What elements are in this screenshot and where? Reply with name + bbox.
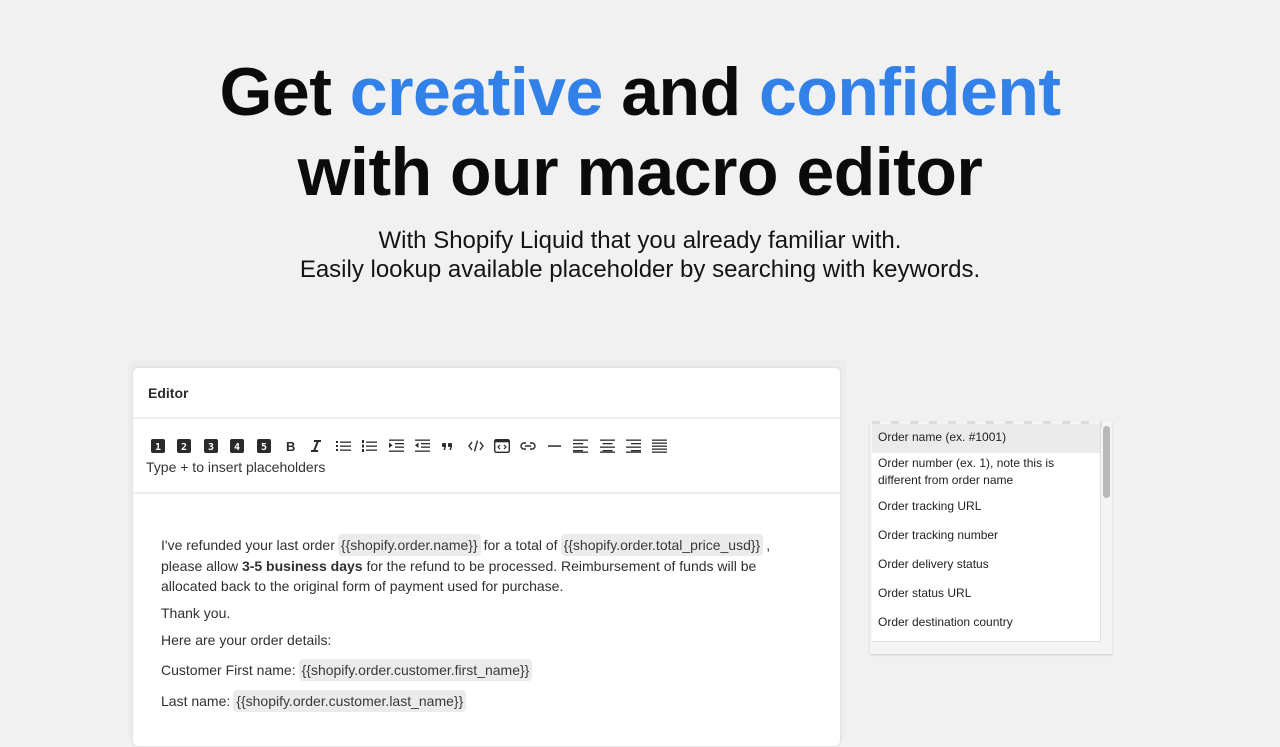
dropdown-item[interactable]: Order delivery status: [872, 551, 1100, 580]
quote-icon: [442, 443, 453, 450]
align-right-icon: [626, 439, 642, 453]
svg-text:5: 5: [261, 442, 267, 453]
indent-icon: [388, 439, 404, 452]
subtitle-line-2: Easily lookup available placeholder by s…: [299, 256, 981, 283]
italic-button[interactable]: [309, 437, 335, 455]
paragraph-last-name: Last name: {{shopify.order.customer.last_…: [161, 690, 812, 712]
bullet-list-button[interactable]: [335, 437, 362, 455]
dropdown-item[interactable]: Order destination country: [872, 609, 1100, 638]
align-right-button[interactable]: [626, 437, 652, 455]
dropdown-item[interactable]: Order name (ex. #1001): [872, 424, 1100, 453]
title-text: and: [602, 54, 760, 130]
align-justify-icon: [652, 439, 668, 453]
hero-title-line-2: with our macro editor: [297, 134, 983, 210]
subtitle-line-1: With Shopify Liquid that you already fam…: [378, 227, 902, 254]
placeholder-hint: Type + to insert placeholders: [146, 459, 326, 475]
link-icon: [520, 442, 537, 450]
svg-text:B: B: [286, 439, 295, 453]
bullet-list-icon: [335, 441, 351, 451]
heading-5-button[interactable]: 5: [256, 437, 283, 455]
heading-3-icon: 3: [203, 439, 218, 453]
dropdown-item[interactable]: Order tracking number: [872, 522, 1100, 551]
heading-1-button[interactable]: 1: [151, 437, 177, 455]
heading-3-button[interactable]: 3: [203, 437, 230, 455]
dropdown-item[interactable]: Order tracking URL: [872, 493, 1100, 522]
editor-card: Editor 1 2 3 4 5 B Type + to insert plac…: [132, 367, 841, 747]
placeholder-pill-order-name[interactable]: {{shopify.order.name}}: [337, 534, 481, 556]
paragraph-order-details: Here are your order details:: [161, 632, 332, 648]
placeholder-dropdown: Order name (ex. #1001) Order number (ex.…: [872, 424, 1101, 642]
bold-icon: B: [286, 439, 295, 453]
align-center-icon: [599, 439, 615, 453]
title-accent-confident: confident: [759, 54, 1061, 130]
outdent-button[interactable]: [414, 437, 441, 455]
heading-2-button[interactable]: 2: [177, 437, 203, 455]
hero-title-line-1: Get creative and confident: [0, 52, 1280, 132]
dropdown-item[interactable]: Order shipping address: [872, 638, 1100, 641]
paragraph-thank-you: Thank you.: [161, 605, 231, 621]
link-button[interactable]: [520, 437, 546, 455]
align-left-button[interactable]: [573, 437, 599, 455]
label: Customer First name:: [161, 662, 296, 678]
blockquote-button[interactable]: [441, 437, 467, 455]
heading-1-icon: 1: [151, 439, 165, 453]
numbered-list-icon: [362, 440, 378, 452]
placeholder-pill-last-name[interactable]: {{shopify.order.customer.last_name}}: [233, 690, 467, 712]
italic-icon: [311, 440, 322, 452]
svg-text:4: 4: [234, 442, 240, 453]
code-block-button[interactable]: [494, 437, 520, 455]
paragraph-first-name: Customer First name: {{shopify.order.cust…: [161, 659, 812, 681]
toolbar-area: 1 2 3 4 5 B Type + to insert placeholder…: [133, 419, 840, 494]
svg-text:3: 3: [208, 442, 214, 453]
hero-subtitle: With Shopify Liquid that you already fam…: [0, 226, 1280, 284]
align-left-icon: [573, 439, 589, 453]
indent-button[interactable]: [388, 437, 415, 455]
editor-header: Editor: [133, 368, 840, 419]
dropdown-scrollbar-thumb[interactable]: [1103, 426, 1110, 498]
align-center-button[interactable]: [599, 437, 626, 455]
align-justify-button[interactable]: [652, 437, 678, 455]
hero-title: Get creative and confident with our macr…: [0, 52, 1280, 212]
heading-4-button[interactable]: 4: [230, 437, 256, 455]
heading-2-icon: 2: [177, 439, 192, 453]
dropdown-item[interactable]: Order number (ex. 1), note this is diffe…: [872, 453, 1100, 493]
svg-text:1: 1: [155, 442, 161, 453]
code-button[interactable]: [467, 437, 494, 455]
code-icon: [467, 440, 484, 452]
bold-button[interactable]: B: [283, 437, 309, 455]
horizontal-rule-icon: [547, 445, 561, 447]
placeholder-pill-first-name[interactable]: {{shopify.order.customer.first_name}}: [298, 659, 533, 681]
bold-text: 3-5 business days: [241, 558, 363, 574]
heading-5-icon: 5: [256, 439, 271, 453]
paragraph-refund: I've refunded your last order {{shopify.o…: [161, 534, 812, 596]
outdent-icon: [414, 439, 430, 452]
label: Last name:: [161, 693, 231, 709]
placeholder-pill-total-price[interactable]: {{shopify.order.total_price_usd}}: [560, 534, 764, 556]
code-block-icon: [494, 439, 511, 453]
editor-toolbar: 1 2 3 4 5 B: [151, 437, 828, 455]
title-accent-creative: creative: [349, 54, 604, 130]
svg-text:2: 2: [181, 442, 187, 453]
editor-content[interactable]: I've refunded your last order {{shopify.o…: [133, 494, 840, 712]
horizontal-rule-button[interactable]: [547, 437, 573, 455]
dropdown-item[interactable]: Order status URL: [872, 580, 1100, 609]
text: I've refunded your last order: [161, 537, 335, 553]
heading-4-icon: 4: [230, 439, 245, 453]
text: for a total of: [483, 537, 558, 553]
numbered-list-button[interactable]: [362, 437, 388, 455]
title-text: Get: [219, 54, 350, 130]
